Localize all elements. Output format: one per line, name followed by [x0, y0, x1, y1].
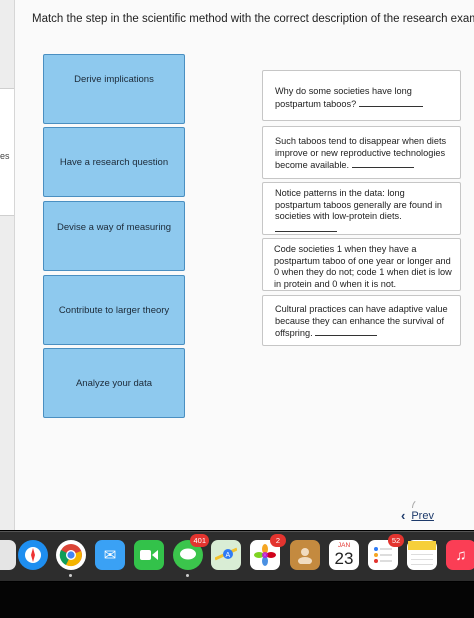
step-card-analyze-data[interactable]: Analyze your data [43, 348, 185, 418]
step-card-research-question[interactable]: Have a research question [43, 127, 185, 197]
side-panel-cut-text: es [0, 151, 10, 161]
step-label: Devise a way of measuring [56, 221, 172, 233]
answer-blank [351, 159, 414, 168]
chevron-left-icon: ‹ [401, 508, 406, 523]
description-drop-target[interactable]: Cultural practices can have adaptive val… [262, 295, 461, 346]
reminders-icon[interactable]: 52 [368, 534, 404, 570]
dock: ✉ 401 A 2 JAN 23 52 ♫ [0, 531, 474, 581]
calendar-day: 23 [334, 549, 354, 568]
messages-icon[interactable]: 401 [173, 534, 209, 570]
photos-badge: 2 [270, 534, 286, 547]
prev-button[interactable]: ‹ Prev [401, 508, 434, 523]
safari-icon[interactable] [18, 540, 48, 570]
svg-text:A: A [226, 552, 231, 559]
calendar-icon[interactable]: JAN 23 [329, 540, 359, 570]
chrome-icon[interactable] [56, 540, 86, 570]
answer-blank [275, 223, 337, 232]
maps-icon[interactable]: A [211, 540, 241, 570]
launchpad-icon[interactable] [0, 540, 16, 570]
running-indicator [69, 574, 72, 577]
messages-badge: 401 [190, 534, 209, 547]
photos-icon[interactable]: 2 [250, 534, 286, 570]
answer-blank [315, 327, 378, 336]
step-card-larger-theory[interactable]: Contribute to larger theory [43, 275, 185, 345]
step-label: Analyze your data [75, 377, 153, 389]
music-icon[interactable]: ♫ [446, 540, 474, 570]
step-card-measuring[interactable]: Devise a way of measuring [43, 201, 185, 271]
description-drop-target[interactable]: Code societies 1 when they have a postpa… [262, 238, 461, 299]
reminders-badge: 52 [388, 534, 404, 547]
step-card-derive-implications[interactable]: Derive implications [43, 54, 185, 124]
screen-bezel [0, 582, 474, 618]
description-text: Notice patterns in the data: long postpa… [275, 188, 443, 221]
notes-icon[interactable] [407, 540, 437, 570]
description-drop-target[interactable]: Notice patterns in the data: long postpa… [262, 182, 461, 235]
description-drop-target[interactable]: Such taboos tend to disappear when diets… [262, 126, 461, 179]
step-label: Contribute to larger theory [58, 304, 170, 316]
facetime-icon[interactable] [134, 540, 164, 570]
mail-icon[interactable]: ✉ [95, 540, 125, 570]
step-label: Derive implications [74, 73, 154, 85]
prev-label: Prev [411, 509, 434, 522]
description-text: Code societies 1 when they have a postpa… [274, 244, 452, 289]
answer-blank [358, 98, 423, 107]
browser-viewport: es Match the step in the scientific meth… [0, 0, 474, 530]
running-indicator [186, 574, 189, 577]
description-drop-target[interactable]: Why do some societies have long postpart… [262, 70, 461, 121]
contacts-icon[interactable] [290, 540, 320, 570]
question-instruction: Match the step in the scientific method … [32, 13, 474, 25]
step-label: Have a research question [59, 156, 169, 168]
